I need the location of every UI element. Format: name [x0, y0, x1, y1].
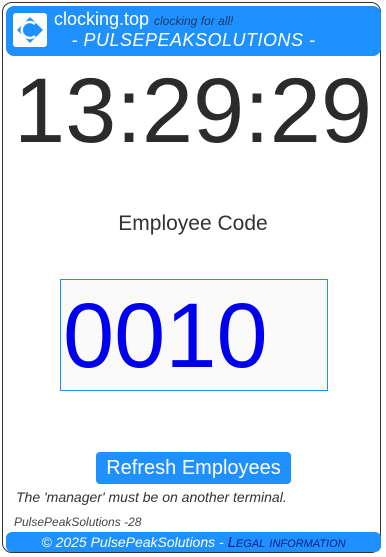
header-bar: clocking.top clocking for all! - PULSEPE…: [6, 6, 381, 56]
employee-code-input[interactable]: 0010: [60, 279, 328, 391]
employee-code-label: Employee Code: [118, 212, 268, 235]
employee-code-value: 0010: [63, 285, 268, 387]
site-name: clocking.top: [54, 9, 150, 29]
footer-bar: © 2025 PulsePeakSolutions - Legal inform…: [6, 532, 381, 552]
refresh-employees-button[interactable]: Refresh Employees: [96, 452, 291, 484]
status-message: The 'manager' must be on another termina…: [16, 489, 287, 505]
terminal-id: PulsePeakSolutions -28: [14, 515, 142, 529]
company-title: - PULSEPEAKSOLUTIONS -: [71, 30, 316, 50]
copyright-text: © 2025 PulsePeakSolutions -: [41, 534, 228, 550]
clock-display: 13:29:29: [13, 60, 373, 162]
legal-information-link[interactable]: Legal information: [228, 534, 346, 551]
site-tagline: clocking for all!: [154, 14, 234, 28]
